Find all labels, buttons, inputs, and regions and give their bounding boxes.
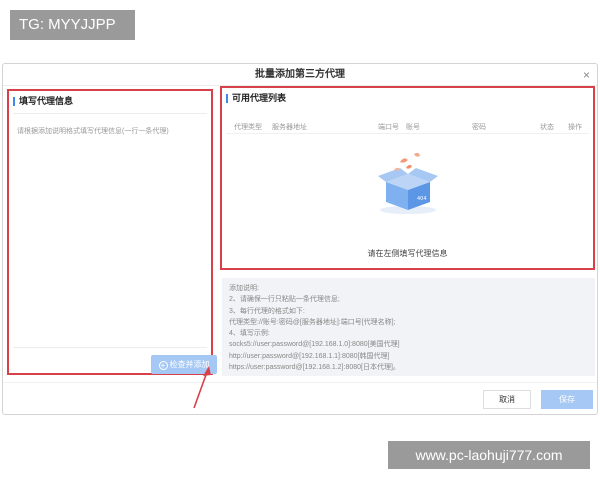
col-server-address: 服务器地址 [272, 124, 307, 131]
footer-divider [3, 382, 597, 383]
close-icon[interactable]: × [583, 68, 590, 82]
col-status: 状态 [540, 124, 554, 131]
save-button[interactable]: 保存 [541, 390, 593, 409]
proxy-input-textarea[interactable]: 请根据添加说明格式填写代理信息(一行一条代理) [13, 113, 207, 348]
check-and-add-button[interactable]: + 检查并添加 [151, 355, 217, 374]
available-proxy-list-panel: 可用代理列表 代理类型 服务器地址 端口号 账号 密码 状态 操作 404 请在… [220, 86, 595, 270]
note-line: 添加说明: [229, 285, 259, 292]
note-line: 2、请确保一行只粘贴一条代理信息; [229, 296, 340, 304]
watermark-bottom: www.pc-laohuji777.com [388, 441, 590, 469]
note-line: http://user:password@[192.168.1.1]:8080[… [229, 352, 390, 360]
table-header: 代理类型 服务器地址 端口号 账号 密码 状态 操作 [226, 118, 589, 134]
col-actions: 操作 [568, 124, 582, 131]
note-line: 3、每行代理的格式如下: [229, 307, 305, 315]
col-port: 端口号 [378, 124, 399, 131]
note-line: https://user:password@[192.168.1.2]:8080… [229, 364, 400, 372]
cancel-button[interactable]: 取消 [483, 390, 531, 409]
svg-text:404: 404 [417, 196, 427, 202]
watermark-top: TG: MYYJJPP [10, 10, 135, 40]
empty-box-icon: 404 [378, 152, 438, 214]
proxy-input-panel: 填写代理信息 请根据添加说明格式填写代理信息(一行一条代理) + 检查并添加 [7, 89, 217, 375]
list-section-title: 可用代理列表 [226, 94, 286, 103]
empty-state-text: 请在左侧填写代理信息 [367, 249, 448, 258]
dialog-title: 批量添加第三方代理 [3, 64, 597, 86]
check-and-add-label: 检查并添加 [169, 360, 210, 369]
col-account: 账号 [406, 124, 420, 131]
note-line: 4、填写示例: [229, 330, 270, 338]
note-line: 代理类型://账号:密码@[服务器地址]:端口号[代理名称]; [229, 318, 396, 326]
note-line: socks5://user:password@[192.168.1.0]:808… [229, 341, 400, 349]
col-proxy-type: 代理类型 [234, 124, 262, 131]
col-password: 密码 [472, 124, 486, 131]
plus-circle-icon: + [158, 361, 168, 370]
add-instructions: 添加说明: 2、请确保一行只粘贴一条代理信息; 3、每行代理的格式如下: 代理类… [222, 278, 595, 376]
batch-add-proxy-dialog: 批量添加第三方代理 × 填写代理信息 请根据添加说明格式填写代理信息(一行一条代… [2, 63, 598, 415]
input-section-title: 填写代理信息 [13, 97, 73, 106]
